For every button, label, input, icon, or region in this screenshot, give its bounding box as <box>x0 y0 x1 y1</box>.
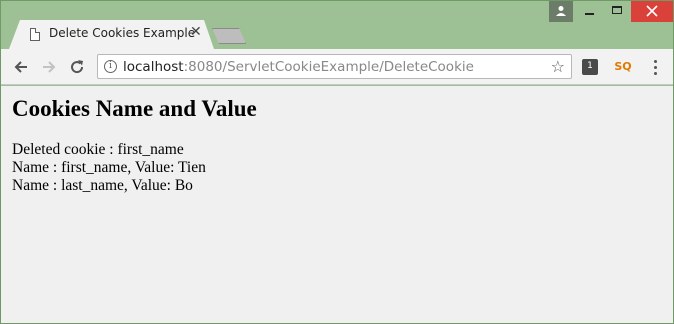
page-content: Cookies Name and Value Deleted cookie : … <box>1 86 673 323</box>
tab-title: Delete Cookies Example <box>49 26 196 40</box>
minimize-button[interactable] <box>575 1 603 22</box>
reload-button[interactable] <box>65 55 89 79</box>
profile-button[interactable] <box>549 1 573 22</box>
info-icon[interactable]: i <box>104 60 117 73</box>
menu-button[interactable] <box>647 57 663 77</box>
minimize-icon <box>585 13 594 15</box>
page-title: Cookies Name and Value <box>12 96 257 121</box>
toolbar: i localhost:8080/ServletCookieExample/De… <box>1 49 673 85</box>
list-item: Name : first_name, Value: Tien <box>12 159 206 176</box>
maximize-icon <box>612 6 622 14</box>
list-item: Deleted cookie : first_name <box>12 141 184 158</box>
forward-button[interactable] <box>37 55 61 79</box>
star-icon[interactable]: ☆ <box>551 57 565 76</box>
close-window-button[interactable] <box>631 1 673 22</box>
cookie-list: Deleted cookie : first_name Name : first… <box>12 141 206 195</box>
arrow-right-icon <box>43 61 56 73</box>
arrow-left-icon <box>14 61 27 73</box>
address-bar[interactable]: i localhost:8080/ServletCookieExample/De… <box>97 54 572 79</box>
tab-strip: Delete Cookies Example ✕ <box>1 1 673 49</box>
close-icon[interactable]: ✕ <box>190 24 202 40</box>
maximize-button[interactable] <box>603 1 631 22</box>
document-icon <box>30 28 40 41</box>
close-icon <box>646 5 658 17</box>
url-text[interactable]: localhost:8080/ServletCookieExample/Dele… <box>123 59 474 75</box>
sq-extension-icon[interactable]: SQ <box>613 57 633 77</box>
tab-delete-cookies[interactable]: Delete Cookies Example ✕ <box>9 20 214 49</box>
reload-icon <box>71 60 84 74</box>
person-icon <box>556 6 566 16</box>
new-tab-button[interactable] <box>212 28 246 44</box>
back-button[interactable] <box>9 55 33 79</box>
extension-icon[interactable]: 1 <box>582 59 598 75</box>
browser-window: Delete Cookies Example ✕ i localhost:808… <box>0 0 674 324</box>
list-item: Name : last_name, Value: Bo <box>12 177 193 194</box>
